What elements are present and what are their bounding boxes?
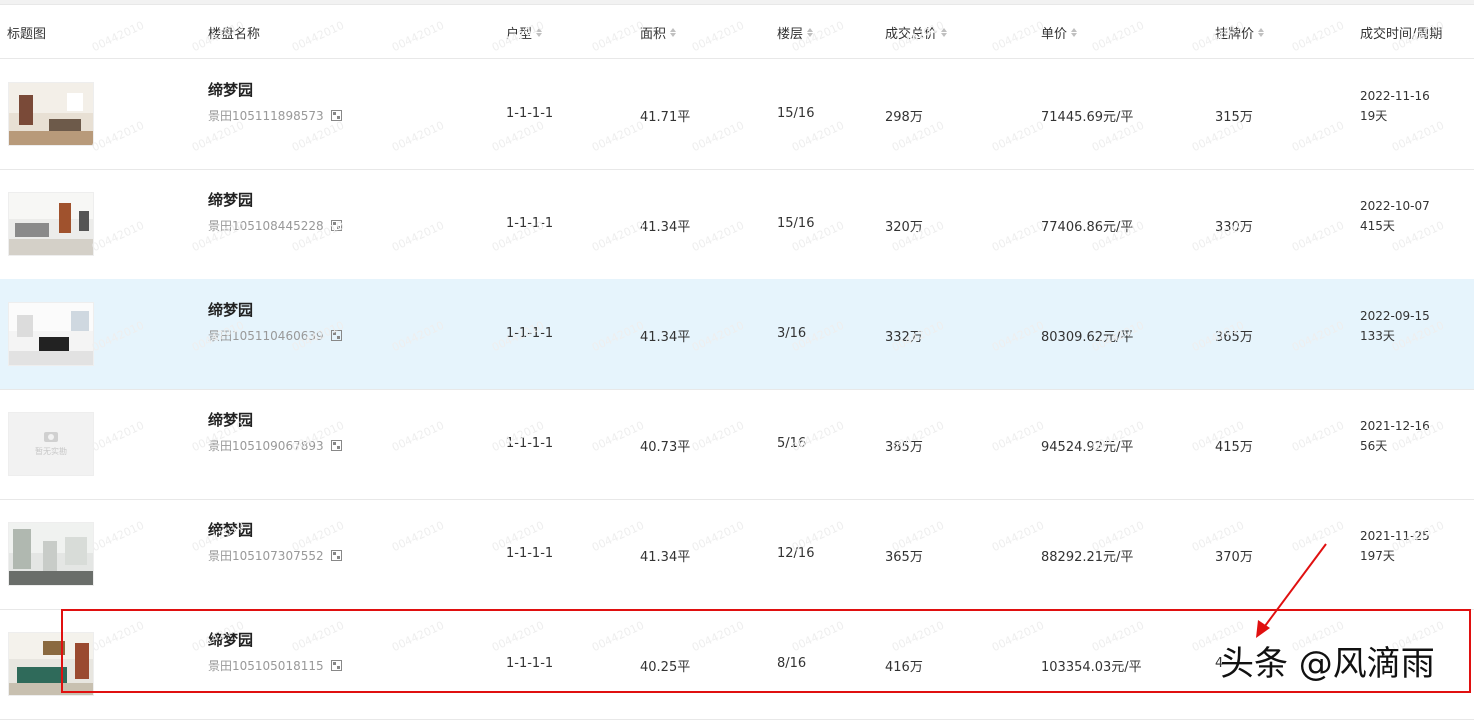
listing-code: 景田105109067893 (208, 437, 342, 454)
qr-code-icon[interactable] (330, 110, 342, 121)
area-cell: 40.25平 (640, 660, 691, 675)
listing-photo[interactable] (8, 82, 94, 146)
listing-photo-placeholder[interactable]: 暂无实勘 (8, 412, 94, 476)
layout-cell: 1-1-1-1 (506, 656, 554, 671)
unit-price-cell: 80309.62元/平 (1041, 330, 1134, 345)
area-cell: 41.34平 (640, 330, 691, 345)
col-list[interactable]: 挂牌价 (1215, 23, 1265, 42)
list-price-cell: 415万 (1215, 440, 1253, 455)
deal-time-cell: 2021-12-16 56天 (1360, 419, 1430, 453)
listing-code: 景田105110460639 (208, 327, 342, 344)
col-total[interactable]: 成交总价 (885, 23, 948, 42)
floor-cell: 15/16 (777, 106, 815, 121)
total-price-cell: 416万 (885, 660, 923, 675)
col-name: 楼盘名称 (208, 27, 261, 42)
qr-code-icon[interactable] (330, 550, 342, 561)
sort-icon[interactable] (807, 28, 814, 37)
sort-icon[interactable] (536, 28, 543, 37)
table-row[interactable]: 缔梦园 景田105107307552 1-1-1-1 41.34平 12/16 … (0, 499, 1474, 610)
list-price-cell: 370万 (1215, 550, 1253, 565)
floor-cell: 8/16 (777, 656, 807, 671)
camera-icon (44, 431, 58, 442)
total-price-cell: 385万 (885, 440, 923, 455)
col-unit[interactable]: 单价 (1041, 23, 1078, 42)
estate-name[interactable]: 缔梦园 (208, 79, 253, 100)
col-layout[interactable]: 户型 (506, 23, 543, 42)
deal-time-cell: 2022-09-15 133天 (1360, 309, 1430, 343)
listing-photo[interactable] (8, 522, 94, 586)
estate-name[interactable]: 缔梦园 (208, 409, 253, 430)
deal-time-cell: 2022-10-07 415天 (1360, 199, 1430, 233)
area-cell: 40.73平 (640, 440, 691, 455)
qr-code-icon[interactable] (330, 660, 342, 671)
unit-price-cell: 103354.03元/平 (1041, 660, 1142, 675)
table-row[interactable]: 缔梦园 景田105111898573 1-1-1-1 41.71平 15/16 … (0, 59, 1474, 170)
overlay-brand-text: 头条 @风滴雨 (1220, 644, 1435, 684)
list-price-cell: 330万 (1215, 220, 1253, 235)
table-row[interactable]: 缔梦园 景田105110460639 1-1-1-1 41.34平 3/16 3… (0, 279, 1474, 390)
listing-code: 景田105108445228 (208, 217, 342, 234)
sort-icon[interactable] (670, 28, 677, 37)
unit-price-cell: 77406.86元/平 (1041, 220, 1134, 235)
layout-cell: 1-1-1-1 (506, 546, 554, 561)
layout-cell: 1-1-1-1 (506, 216, 554, 231)
qr-code-icon[interactable] (330, 440, 342, 451)
col-floor[interactable]: 楼层 (777, 23, 814, 42)
qr-code-icon[interactable] (330, 220, 342, 231)
total-price-cell: 298万 (885, 110, 923, 125)
listing-code: 景田105107307552 (208, 547, 342, 564)
estate-name[interactable]: 缔梦园 (208, 189, 253, 210)
col-time: 成交时间/周期 (1360, 27, 1443, 42)
sort-icon[interactable] (1258, 28, 1265, 37)
deal-time-cell: 2022-11-16 19天 (1360, 89, 1430, 123)
listing-photo[interactable] (8, 302, 94, 366)
listing-photo[interactable] (8, 632, 94, 696)
no-image-label: 暂无实勘 (35, 446, 67, 456)
floor-cell: 15/16 (777, 216, 815, 231)
unit-price-cell: 94524.92元/平 (1041, 440, 1134, 455)
unit-price-cell: 71445.69元/平 (1041, 110, 1134, 125)
total-price-cell: 332万 (885, 330, 923, 345)
layout-cell: 1-1-1-1 (506, 106, 554, 121)
total-price-cell: 320万 (885, 220, 923, 235)
layout-cell: 1-1-1-1 (506, 436, 554, 451)
layout-cell: 1-1-1-1 (506, 326, 554, 341)
col-thumb: 标题图 (7, 27, 47, 42)
estate-name[interactable]: 缔梦园 (208, 299, 253, 320)
area-cell: 41.34平 (640, 550, 691, 565)
floor-cell: 12/16 (777, 546, 815, 561)
listing-code: 景田105105018115 (208, 657, 342, 674)
list-price-cell: 315万 (1215, 110, 1253, 125)
list-price-cell: 365万 (1215, 330, 1253, 345)
floor-cell: 3/16 (777, 326, 807, 341)
listing-photo[interactable] (8, 192, 94, 256)
unit-price-cell: 88292.21元/平 (1041, 550, 1134, 565)
table-row[interactable]: 缔梦园 景田105108445228 1-1-1-1 41.34平 15/16 … (0, 169, 1474, 280)
area-cell: 41.71平 (640, 110, 691, 125)
area-cell: 41.34平 (640, 220, 691, 235)
table-row[interactable]: 暂无实勘 缔梦园 景田105109067893 1-1-1-1 40.73平 5… (0, 389, 1474, 500)
listing-code: 景田105111898573 (208, 107, 342, 124)
table-header: 标题图 楼盘名称 户型 面积 楼层 成交总价 单价 挂牌价 成交时间/周期 (0, 5, 1474, 59)
floor-cell: 5/16 (777, 436, 807, 451)
total-price-cell: 365万 (885, 550, 923, 565)
sort-icon[interactable] (941, 28, 948, 37)
deal-time-cell: 2021-11-25 197天 (1360, 529, 1430, 563)
estate-name[interactable]: 缔梦园 (208, 519, 253, 540)
sort-icon[interactable] (1071, 28, 1078, 37)
qr-code-icon[interactable] (330, 330, 342, 341)
col-area[interactable]: 面积 (640, 23, 677, 42)
estate-name[interactable]: 缔梦园 (208, 629, 253, 650)
